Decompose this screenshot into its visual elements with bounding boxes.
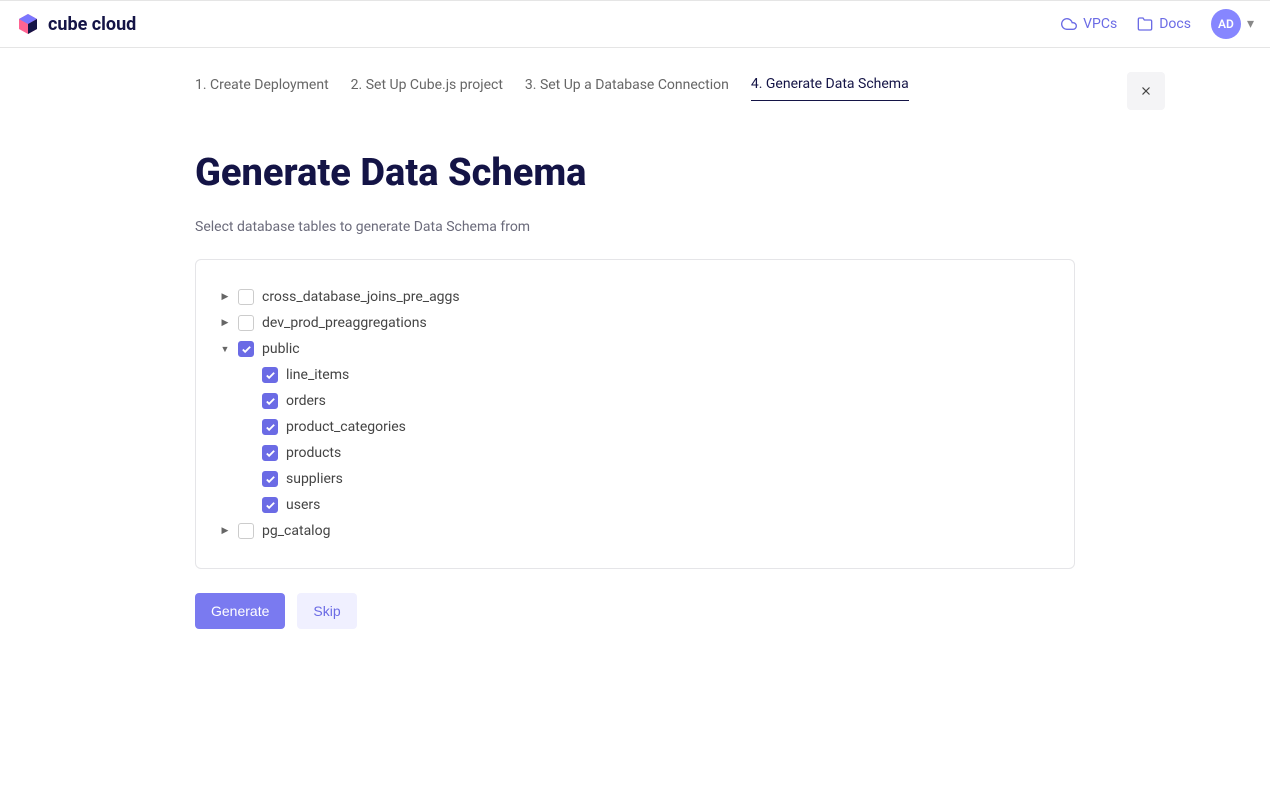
table-row[interactable]: product_categories [220, 414, 1050, 440]
logo-text: cube cloud [48, 14, 136, 35]
header-right: VPCs Docs AD ▾ [1061, 9, 1254, 39]
cloud-icon [1061, 16, 1077, 32]
schema-row[interactable]: ▼ public [220, 336, 1050, 362]
folder-icon [1137, 16, 1153, 32]
checkbox[interactable] [262, 419, 278, 435]
close-icon [1139, 84, 1153, 98]
table-row[interactable]: orders [220, 388, 1050, 414]
generate-button[interactable]: Generate [195, 593, 285, 629]
schema-label[interactable]: public [262, 341, 300, 357]
avatar: AD [1211, 9, 1241, 39]
caret-down-icon[interactable]: ▼ [220, 344, 230, 355]
page-title: Generate Data Schema [195, 151, 1075, 195]
docs-label: Docs [1159, 16, 1191, 32]
user-menu[interactable]: AD ▾ [1211, 9, 1254, 39]
wizard-step-0[interactable]: 1. Create Deployment [195, 77, 329, 101]
checkbox[interactable] [238, 289, 254, 305]
schema-label[interactable]: cross_database_joins_pre_aggs [262, 289, 460, 305]
checkbox[interactable] [238, 523, 254, 539]
vpcs-label: VPCs [1083, 16, 1117, 32]
schema-row[interactable]: ▶ cross_database_joins_pre_aggs [220, 284, 1050, 310]
table-label[interactable]: orders [286, 393, 326, 409]
vpcs-link[interactable]: VPCs [1061, 16, 1117, 32]
table-row[interactable]: users [220, 492, 1050, 518]
checkbox[interactable] [262, 367, 278, 383]
checkbox[interactable] [238, 341, 254, 357]
top-header: cube cloud VPCs Docs AD ▾ [0, 0, 1270, 48]
caret-right-icon[interactable]: ▶ [220, 318, 230, 328]
close-button[interactable] [1127, 72, 1165, 110]
skip-button[interactable]: Skip [297, 593, 356, 629]
docs-link[interactable]: Docs [1137, 16, 1191, 32]
checkbox[interactable] [262, 497, 278, 513]
table-row[interactable]: products [220, 440, 1050, 466]
wizard-step-2[interactable]: 3. Set Up a Database Connection [525, 77, 729, 101]
checkbox[interactable] [262, 445, 278, 461]
caret-right-icon[interactable]: ▶ [220, 526, 230, 536]
checkbox[interactable] [238, 315, 254, 331]
table-label[interactable]: line_items [286, 367, 349, 383]
schema-tree: ▶ cross_database_joins_pre_aggs ▶ dev_prod_… [195, 259, 1075, 569]
page-subtitle: Select database tables to generate Data … [195, 219, 1075, 235]
schema-row[interactable]: ▶ dev_prod_preaggregations [220, 310, 1050, 336]
schema-row[interactable]: ▶ pg_catalog [220, 518, 1050, 544]
table-label[interactable]: product_categories [286, 419, 406, 435]
caret-right-icon[interactable]: ▶ [220, 292, 230, 302]
actions-bar: Generate Skip [195, 593, 1075, 629]
wizard-step-3[interactable]: 4. Generate Data Schema [751, 76, 909, 101]
table-row[interactable]: line_items [220, 362, 1050, 388]
schema-label[interactable]: pg_catalog [262, 523, 330, 539]
cube-logo-icon [16, 12, 40, 36]
wizard-step-1[interactable]: 2. Set Up Cube.js project [351, 77, 503, 101]
checkbox[interactable] [262, 393, 278, 409]
schema-label[interactable]: dev_prod_preaggregations [262, 315, 427, 331]
table-row[interactable]: suppliers [220, 466, 1050, 492]
caret-down-icon: ▾ [1247, 16, 1254, 32]
table-label[interactable]: products [286, 445, 341, 461]
wizard-steps: 1. Create Deployment 2. Set Up Cube.js pr… [195, 48, 1075, 119]
table-label[interactable]: suppliers [286, 471, 343, 487]
main-container: 1. Create Deployment 2. Set Up Cube.js pr… [171, 48, 1099, 629]
checkbox[interactable] [262, 471, 278, 487]
logo[interactable]: cube cloud [16, 12, 136, 36]
table-label[interactable]: users [286, 497, 320, 513]
